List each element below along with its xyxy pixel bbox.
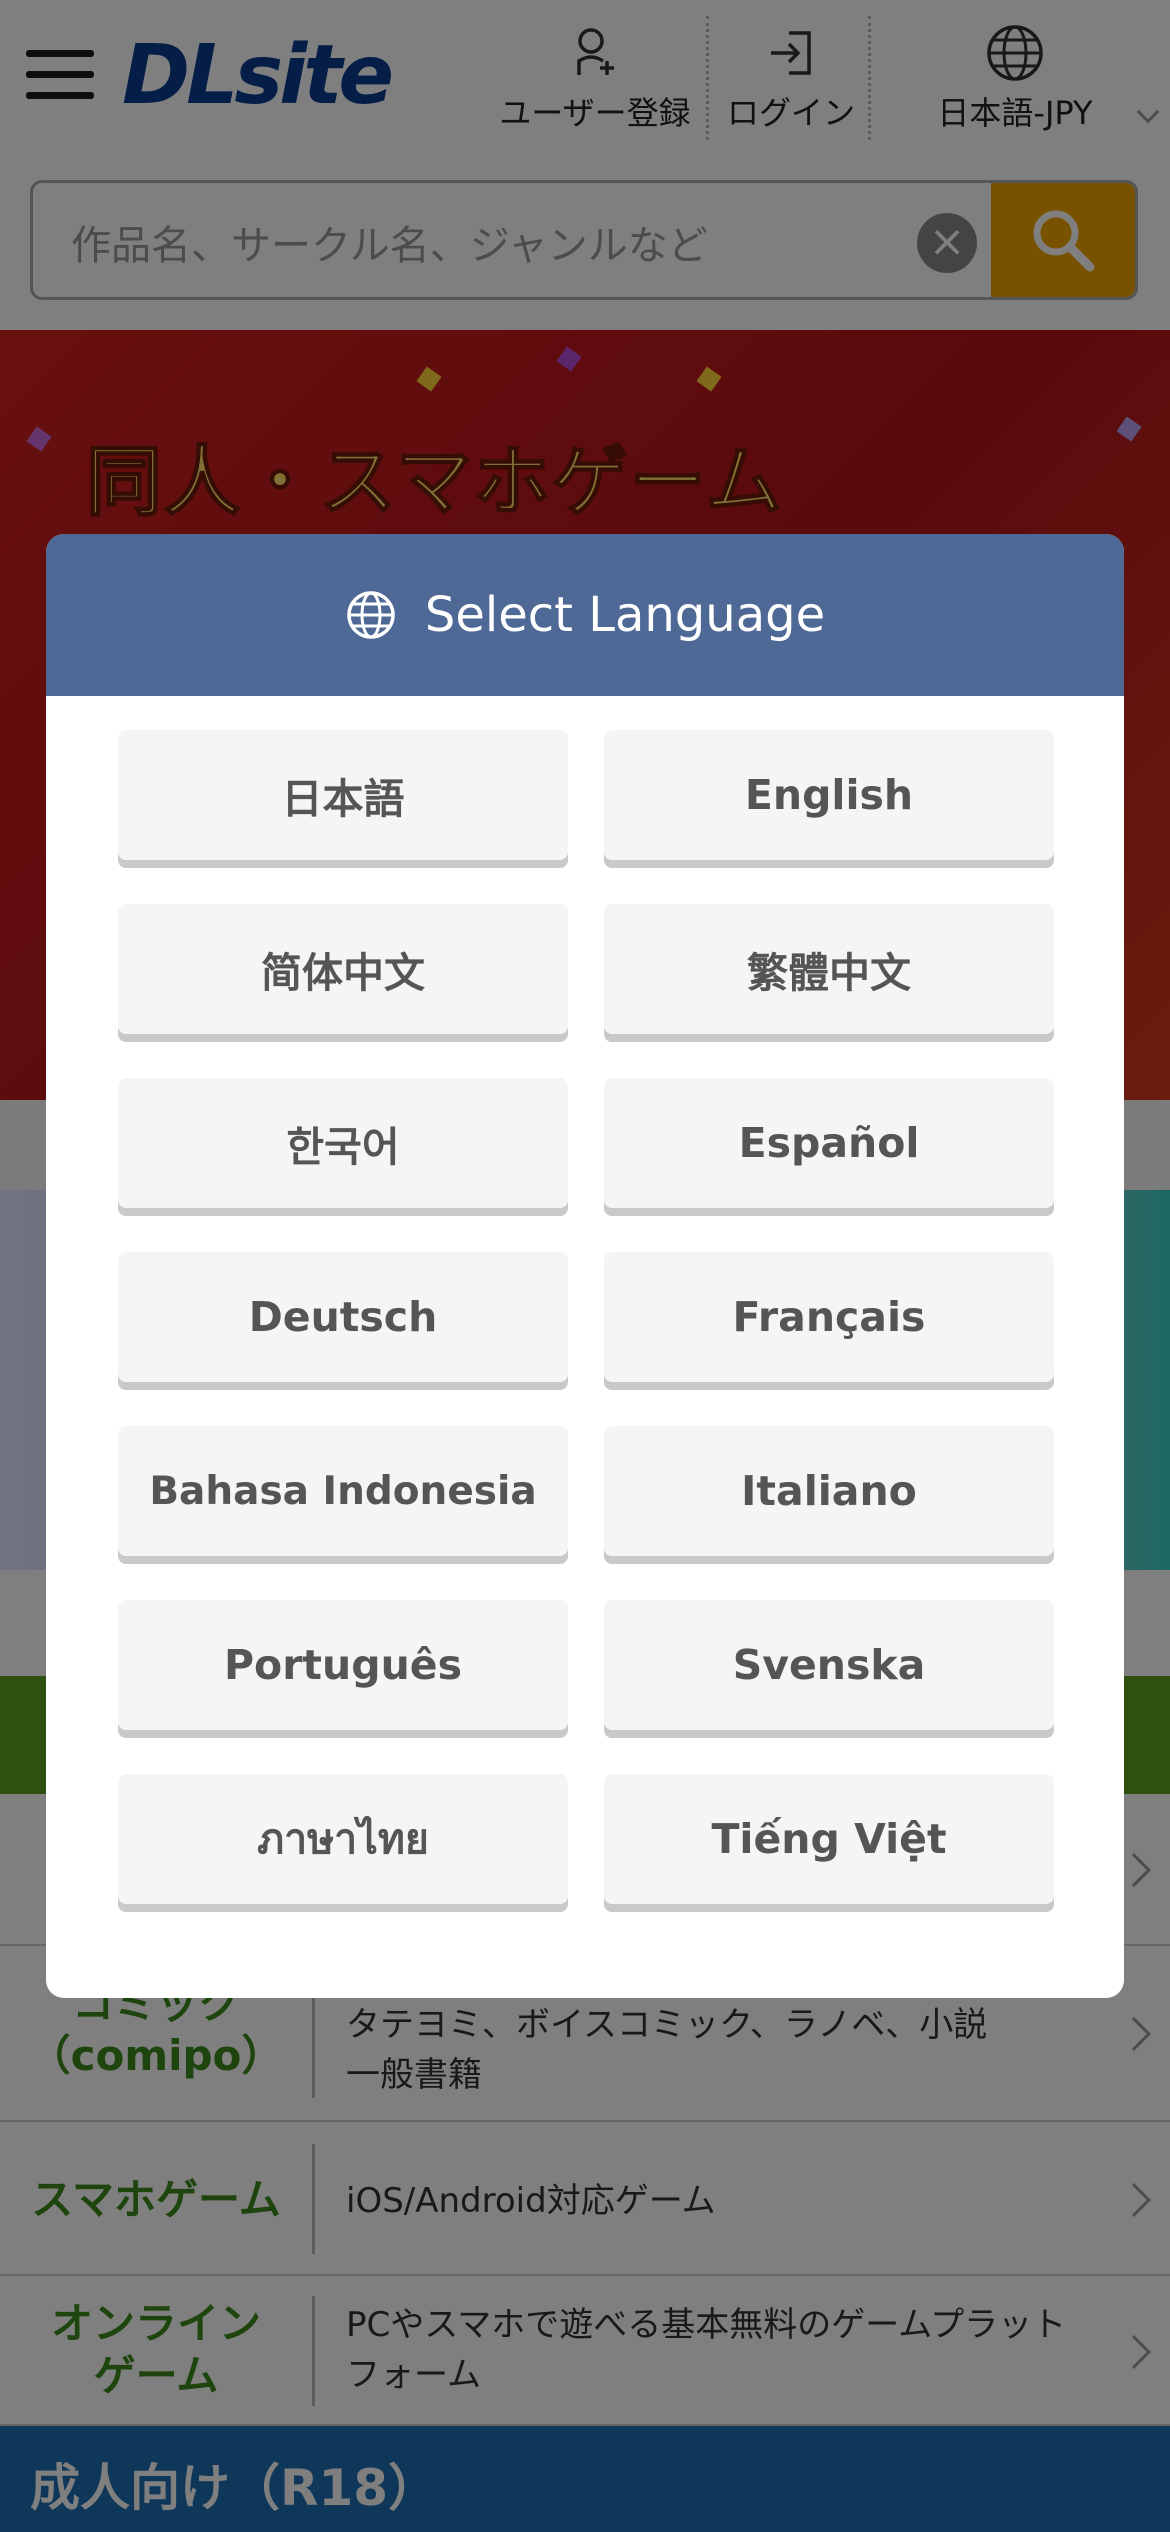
modal-header: Select Language <box>46 534 1124 696</box>
modal-title: Select Language <box>424 587 826 643</box>
globe-icon <box>347 591 395 639</box>
language-option-button[interactable]: ภาษาไทย <box>118 1774 568 1904</box>
language-option-button[interactable]: Español <box>604 1078 1054 1208</box>
language-option-button[interactable]: English <box>604 730 1054 860</box>
language-option-button[interactable]: 한국어 <box>118 1078 568 1208</box>
language-option-button[interactable]: Deutsch <box>118 1252 568 1382</box>
language-option-button[interactable]: 日本語 <box>118 730 568 860</box>
language-option-button[interactable]: Svenska <box>604 1600 1054 1730</box>
language-option-button[interactable]: Français <box>604 1252 1054 1382</box>
language-select-modal: Select Language 日本語 English 简体中文 繁體中文 한국어 Esp… <box>46 534 1124 1998</box>
language-option-button[interactable]: Tiếng Việt <box>604 1774 1054 1904</box>
language-option-button[interactable]: Italiano <box>604 1426 1054 1556</box>
language-option-button[interactable]: Bahasa Indonesia <box>118 1426 568 1556</box>
language-option-button[interactable]: Português <box>118 1600 568 1730</box>
language-option-button[interactable]: 简体中文 <box>118 904 568 1034</box>
language-option-button[interactable]: 繁體中文 <box>604 904 1054 1034</box>
